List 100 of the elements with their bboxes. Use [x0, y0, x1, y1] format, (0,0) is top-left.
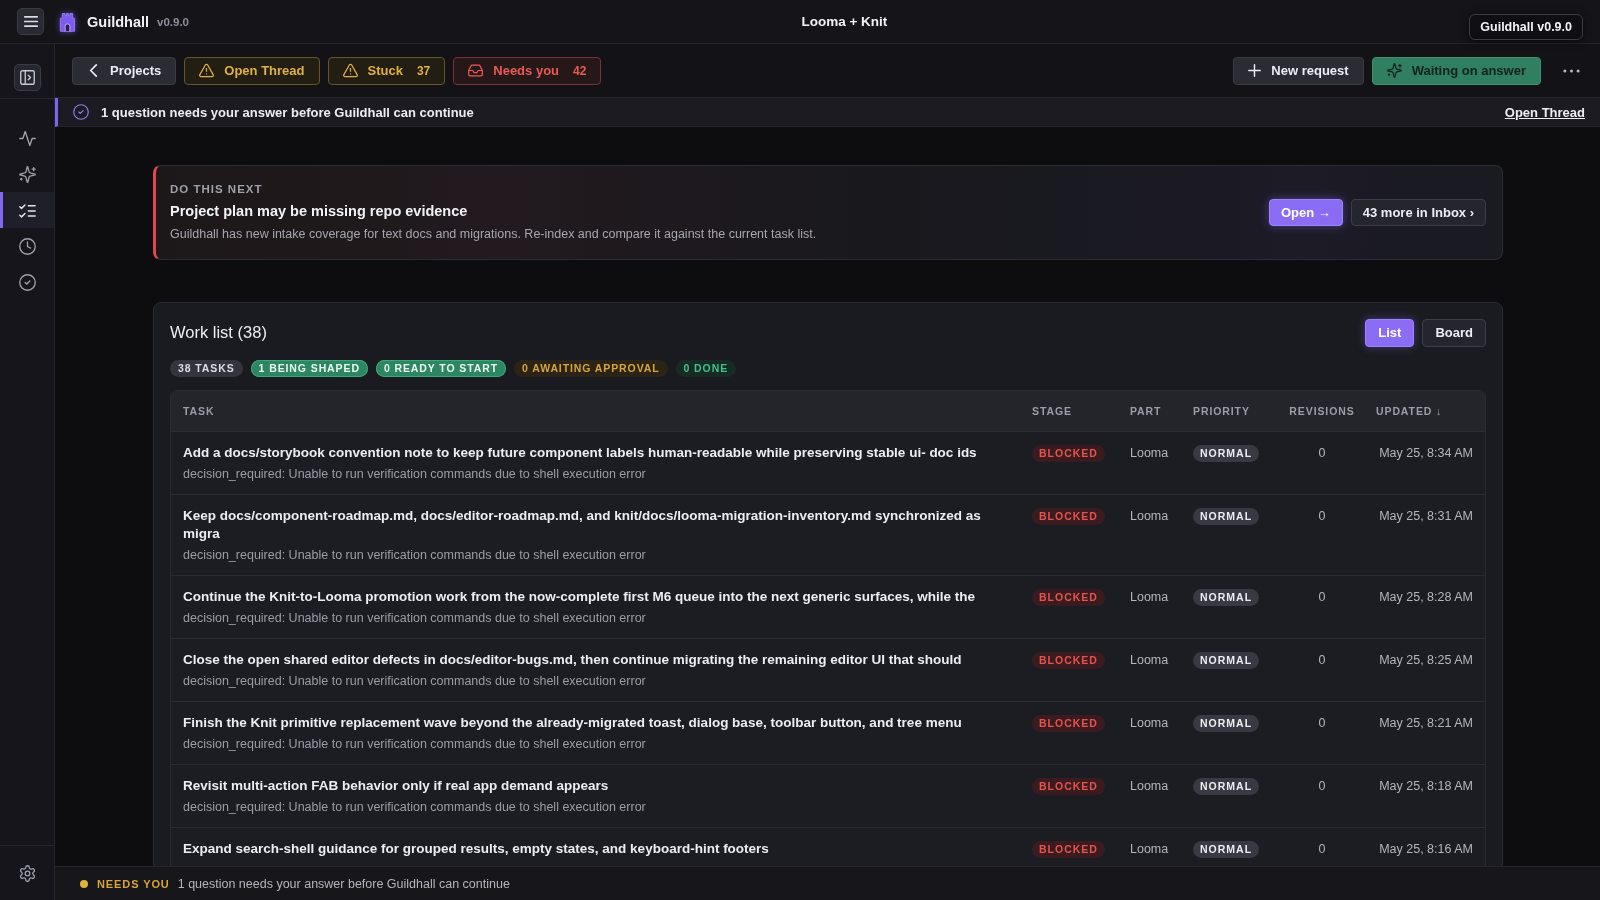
- part-name: Looma: [1130, 445, 1169, 461]
- work-list-title: Work list (38): [170, 323, 267, 342]
- sparkle-icon: [18, 165, 36, 183]
- task-detail: decision_required: Unable to run verification commands due to shell execution error: [183, 466, 647, 483]
- panel-icon: [19, 70, 35, 85]
- task-title: Keep docs/component-roadmap.md, docs/editor-roadmap.md, and knit/docs/looma-migration-inventory.md synchronized as migra: [183, 507, 982, 543]
- updated-date: May 25, 8:18 AM: [1379, 778, 1473, 794]
- summary-tag: 38 TASKS: [170, 360, 243, 377]
- revision-count: 0: [1318, 589, 1326, 605]
- priority-badge: NORMAL: [1193, 508, 1260, 525]
- eyebrow-label: DO THIS NEXT: [170, 182, 264, 197]
- revision-count: 0: [1318, 715, 1326, 731]
- revision-count: 0: [1318, 778, 1326, 794]
- part-name: Looma: [1130, 652, 1169, 668]
- task-detail: decision_required: Unable to run verification commands due to shell execution error: [183, 610, 647, 627]
- column-header: PRIORITY: [1193, 405, 1251, 417]
- task-row[interactable]: Revisit multi-action FAB behavior only if real app demand appears decision_required: Unable to run verification commands due to shell execution error BLOCKED Looma NORMAL 0 May 25, 8:18 AM: [171, 765, 1485, 828]
- updated-date: May 25, 8:34 AM: [1379, 445, 1473, 461]
- activity-icon: [18, 129, 36, 147]
- open-thread-link[interactable]: Open Thread: [1504, 104, 1585, 120]
- view-toggle-button[interactable]: Board: [1422, 318, 1486, 347]
- sidebar-toggle-button[interactable]: [13, 64, 41, 91]
- chevron-left-icon: [87, 64, 100, 77]
- app-name: Guildhall: [87, 13, 150, 30]
- priority-badge: NORMAL: [1193, 652, 1260, 669]
- warning-icon: [199, 63, 215, 78]
- warning-icon: [342, 63, 358, 78]
- more-icon: [1563, 68, 1580, 73]
- more-button[interactable]: [1563, 68, 1580, 73]
- action-button[interactable]: 43 more in Inbox ›: [1350, 199, 1486, 226]
- revision-count: 0: [1318, 445, 1326, 461]
- nav-item[interactable]: [0, 192, 54, 228]
- toolbar-button[interactable]: Stuck 37: [327, 56, 446, 85]
- task-title: Close the open shared editor defects in docs/editor-bugs.md, then continue migrating the remaining editor UI that should: [183, 651, 963, 669]
- clock-icon: [18, 237, 36, 255]
- updated-date: May 25, 8:21 AM: [1379, 715, 1473, 731]
- task-detail: decision_required: Unable to run verification commands due to shell execution error: [183, 673, 647, 690]
- next-step-description: Guildhall has new intake coverage for text docs and migrations. Re-index and compare it against the current task list.: [170, 226, 817, 243]
- version-label: v0.9.0: [157, 15, 189, 28]
- task-title: Expand search-shell guidance for grouped results, empty states, and keyboard-hint footers: [183, 840, 770, 858]
- task-detail: decision_required: Unable to run verification commands due to shell execution error: [183, 547, 647, 564]
- revision-count: 0: [1318, 841, 1326, 857]
- column-header: STAGE: [1032, 405, 1073, 417]
- priority-badge: NORMAL: [1193, 841, 1260, 858]
- summary-tag: 0 DONE: [675, 360, 737, 377]
- status-label: NEEDS YOU: [97, 877, 170, 890]
- revision-count: 0: [1318, 652, 1326, 668]
- check-circle-icon: [73, 104, 89, 120]
- stage-badge: BLOCKED: [1032, 589, 1105, 606]
- updated-date: May 25, 8:31 AM: [1379, 508, 1473, 524]
- summary-tag: 1 BEING SHAPED: [250, 360, 368, 377]
- next-step-title: Project plan may be missing repo evidence: [170, 202, 469, 221]
- checklist-icon: [18, 201, 36, 219]
- action-button[interactable]: Open →: [1268, 199, 1343, 226]
- task-title: Revisit multi-action FAB behavior only if real app demand appears: [183, 777, 610, 795]
- menu-button[interactable]: [17, 8, 44, 35]
- toolbar-button[interactable]: Projects: [72, 56, 177, 85]
- task-title: Add a docs/storybook convention note to keep future component labels human-readable while preserving stable ui- doc ids: [183, 444, 978, 462]
- window-title: Looma + Knit: [801, 14, 888, 29]
- part-name: Looma: [1130, 715, 1169, 731]
- priority-badge: NORMAL: [1193, 715, 1260, 732]
- stage-badge: BLOCKED: [1032, 841, 1105, 858]
- updated-date: May 25, 8:25 AM: [1379, 652, 1473, 668]
- task-title: Finish the Knit primitive replacement wave beyond the already-migrated toast, dialog base, toolbar button, and tree menu: [183, 714, 963, 732]
- priority-badge: NORMAL: [1193, 589, 1260, 606]
- column-header[interactable]: UPDATED ↓: [1376, 405, 1443, 417]
- part-name: Looma: [1130, 589, 1169, 605]
- inbox-icon: [468, 63, 484, 78]
- column-header: TASK: [183, 405, 216, 417]
- stage-badge: BLOCKED: [1032, 778, 1105, 795]
- menu-icon: [23, 16, 38, 27]
- view-toggle-button[interactable]: List: [1365, 318, 1415, 347]
- version-tooltip: Guildhall v0.9.0: [1469, 14, 1583, 40]
- task-detail: decision_required: Unable to run verification commands due to shell execution error: [183, 799, 647, 816]
- column-header: PART: [1130, 405, 1163, 417]
- column-header: REVISIONS: [1289, 405, 1355, 417]
- updated-date: May 25, 8:16 AM: [1379, 841, 1473, 857]
- task-detail: decision_required: Unable to run verification commands due to shell execution error: [183, 736, 647, 753]
- check-circle-icon: [18, 273, 36, 291]
- status-message: 1 question needs your answer before Guildhall can continue: [177, 876, 510, 891]
- toolbar-button[interactable]: Needs you 42: [453, 56, 602, 85]
- stage-badge: BLOCKED: [1032, 508, 1105, 525]
- part-name: Looma: [1130, 778, 1169, 794]
- stage-badge: BLOCKED: [1032, 652, 1105, 669]
- castle-logo-icon: [59, 11, 76, 32]
- task-title: Continue the Knit-to-Looma promotion work from the now-complete first M6 queue into the next generic surfaces, while the: [183, 588, 977, 606]
- status-dot-icon: [80, 879, 88, 888]
- part-name: Looma: [1130, 508, 1169, 524]
- updated-date: May 25, 8:28 AM: [1379, 589, 1473, 605]
- summary-tag: 0 AWAITING APPROVAL: [514, 360, 668, 377]
- revision-count: 0: [1318, 508, 1326, 524]
- toolbar-button[interactable]: New request: [1233, 56, 1364, 85]
- sparkle-icon: [1386, 63, 1402, 78]
- settings-icon: [18, 864, 36, 882]
- summary-tag: 0 READY TO START: [375, 360, 507, 377]
- toolbar-button[interactable]: Open Thread: [184, 56, 320, 85]
- stage-badge: BLOCKED: [1032, 715, 1105, 732]
- plus-icon: [1248, 64, 1262, 77]
- priority-badge: NORMAL: [1193, 445, 1260, 462]
- priority-badge: NORMAL: [1193, 778, 1260, 795]
